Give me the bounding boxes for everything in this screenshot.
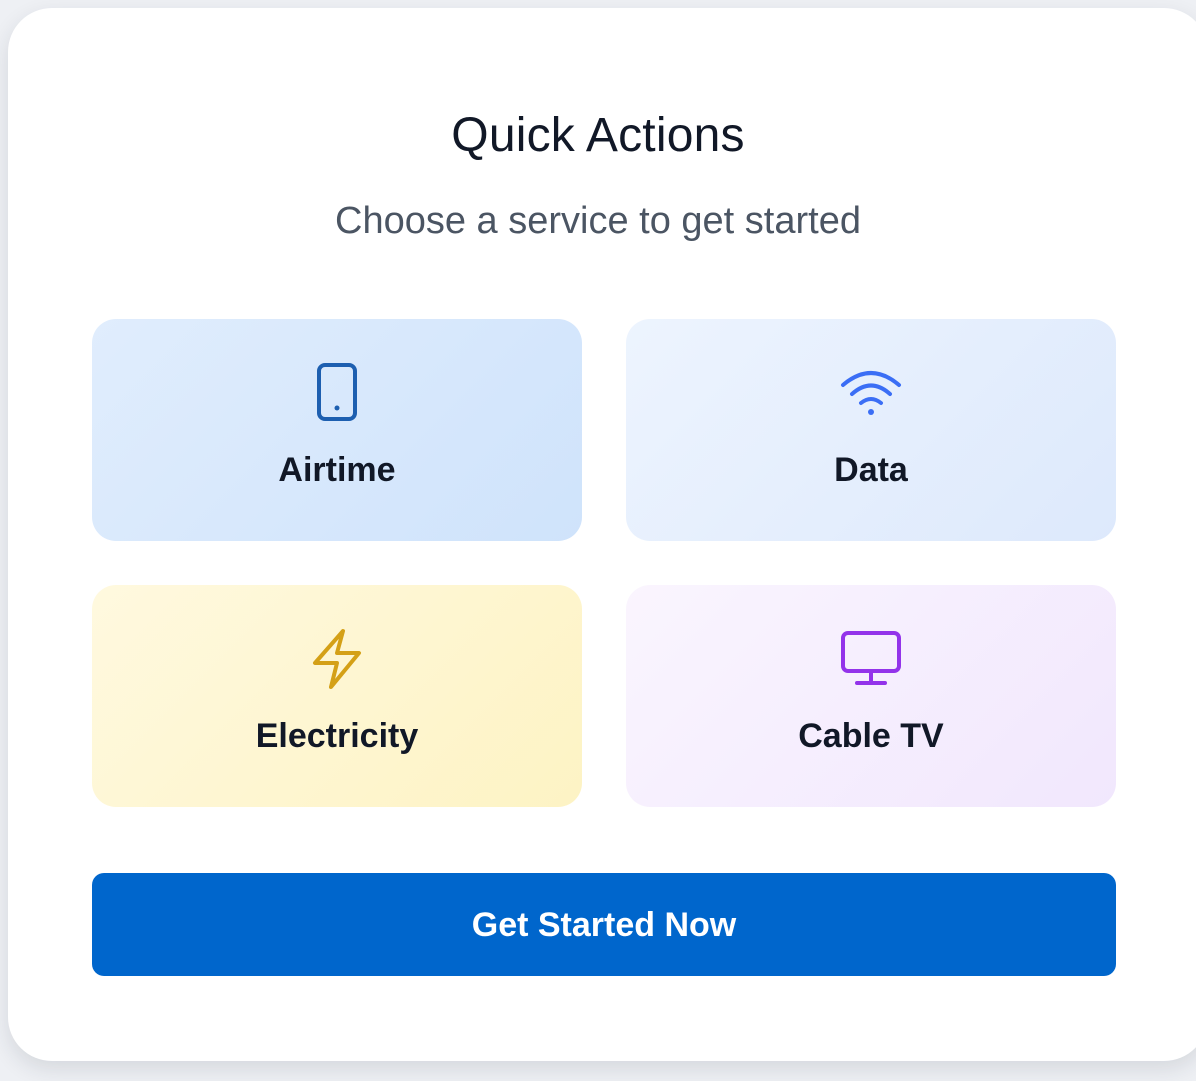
monitor-icon: [626, 629, 1116, 689]
lightning-icon: [92, 629, 582, 689]
data-tile[interactable]: Data: [626, 319, 1116, 541]
get-started-button[interactable]: Get Started Now: [92, 873, 1116, 976]
data-label: Data: [834, 451, 908, 489]
page-subtitle: Choose a service to get started: [335, 200, 861, 242]
smartphone-icon: [92, 363, 582, 423]
electricity-label: Electricity: [255, 717, 419, 755]
airtime-tile[interactable]: Airtime: [92, 319, 582, 541]
page-title: Quick Actions: [451, 109, 745, 162]
electricity-tile[interactable]: Electricity: [92, 585, 582, 807]
wifi-icon: [626, 363, 1116, 423]
cable-tv-tile[interactable]: Cable TV: [626, 585, 1116, 807]
airtime-label: Airtime: [278, 451, 396, 489]
cable-tv-label: Cable TV: [798, 717, 944, 755]
